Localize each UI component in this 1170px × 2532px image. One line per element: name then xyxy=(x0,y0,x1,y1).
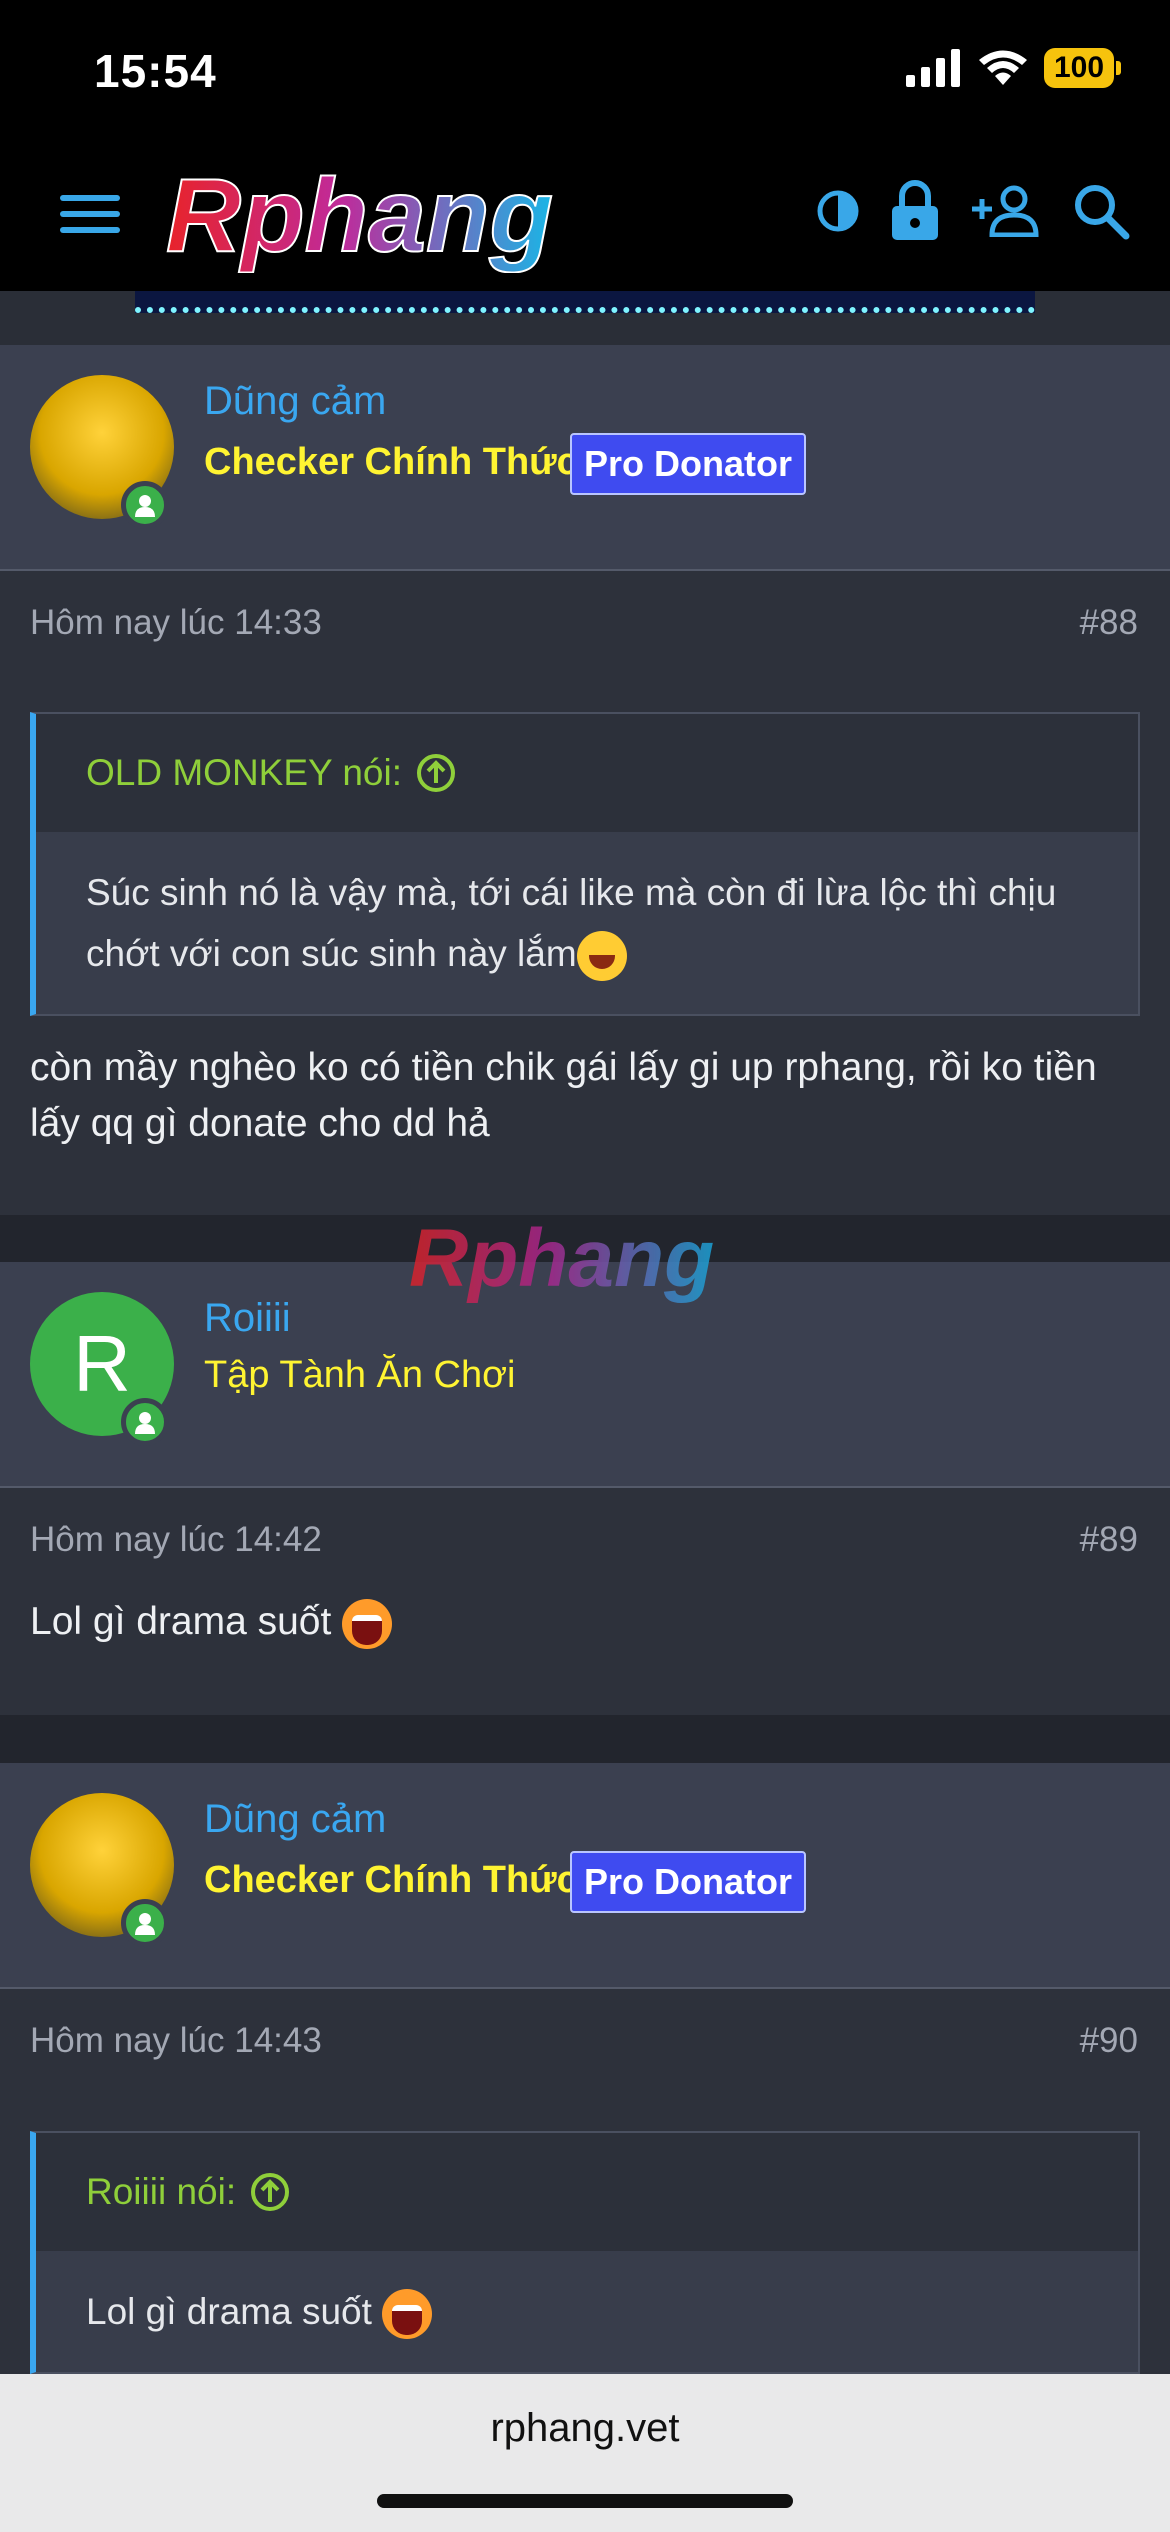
quote-body: Súc sinh nó là vậy mà, tới cái like mà c… xyxy=(36,832,1138,1014)
post-number[interactable]: #89 xyxy=(1080,1520,1138,1560)
post-number[interactable]: #90 xyxy=(1080,2021,1138,2061)
add-user-icon[interactable] xyxy=(970,185,1042,237)
post-timestamp[interactable]: Hôm nay lúc 14:33 xyxy=(30,603,322,643)
banner-strip xyxy=(0,291,1170,345)
site-logo[interactable]: Rphang xyxy=(160,163,730,273)
post: Dũng cảm Checker Chính Thức Pro Donator … xyxy=(0,345,1170,1215)
quote-author: OLD MONKEY nói: xyxy=(86,752,402,793)
username[interactable]: Roiiii xyxy=(204,1296,291,1341)
quote-block: OLD MONKEY nói: Súc sinh nó là vậy mà, t… xyxy=(30,712,1140,1016)
browser-url-bar[interactable]: rphang.vet xyxy=(0,2374,1170,2532)
post: Dũng cảm Checker Chính Thức Pro Donator … xyxy=(0,1763,1170,2383)
online-status-icon xyxy=(121,1398,169,1446)
username[interactable]: Dũng cảm xyxy=(204,1797,386,1842)
header-actions xyxy=(816,180,1130,242)
username[interactable]: Dũng cảm xyxy=(204,379,386,424)
page: 15:54 100 Rphang Dũng cảm Checker Chính … xyxy=(0,0,1170,2532)
pro-donator-badge: Pro Donator xyxy=(570,1851,807,1913)
user-title: Checker Chính Thức xyxy=(204,441,578,483)
post-number[interactable]: #88 xyxy=(1080,603,1138,643)
battery-indicator: 100 xyxy=(1044,48,1121,88)
search-icon[interactable] xyxy=(1072,182,1130,240)
status-icons: 100 xyxy=(906,48,1121,88)
post-content: Lol gì drama suốt xyxy=(30,1594,1140,1650)
quote-header[interactable]: Roiiii nói: xyxy=(36,2133,1138,2251)
watermark-logo: Rphang xyxy=(409,1213,714,1304)
post-content-text: Lol gì drama suốt xyxy=(30,1600,332,1643)
online-status-icon xyxy=(121,481,169,529)
lock-icon[interactable] xyxy=(890,180,940,242)
shouting-emoji-icon xyxy=(382,2289,433,2340)
menu-icon[interactable] xyxy=(60,195,120,239)
logo-text: Rphang xyxy=(166,163,553,273)
post-author-block: Dũng cảm Checker Chính Thức Pro Donator xyxy=(0,1763,1170,1989)
post-content: còn mầy nghèo ko có tiền chik gái lấy gi… xyxy=(30,1046,1097,1145)
user-title: Tập Tành Ăn Chơi xyxy=(204,1354,516,1396)
quote-header[interactable]: OLD MONKEY nói: xyxy=(36,714,1138,832)
pro-donator-badge: Pro Donator xyxy=(570,433,807,495)
post: R Roiiii Tập Tành Ăn Chơi Hôm nay lúc 14… xyxy=(0,1262,1170,1715)
arrow-up-circle-icon[interactable] xyxy=(416,753,456,793)
shouting-emoji-icon xyxy=(342,1598,393,1649)
status-time: 15:54 xyxy=(94,45,217,97)
url-text[interactable]: rphang.vet xyxy=(0,2406,1170,2451)
post-timestamp[interactable]: Hôm nay lúc 14:42 xyxy=(30,1520,322,1560)
home-indicator[interactable] xyxy=(377,2494,793,2508)
quote-text: Súc sinh nó là vậy mà, tới cái like mà c… xyxy=(86,872,1057,974)
online-status-icon xyxy=(121,1899,169,1947)
contrast-icon[interactable] xyxy=(816,189,860,233)
quote-body: Lol gì drama suốt xyxy=(36,2251,1138,2372)
post-timestamp[interactable]: Hôm nay lúc 14:43 xyxy=(30,2021,322,2061)
post-author-block: Dũng cảm Checker Chính Thức Pro Donator xyxy=(0,345,1170,571)
arrow-up-circle-icon[interactable] xyxy=(250,2172,290,2212)
banner-image[interactable] xyxy=(135,291,1035,313)
status-bar: 15:54 100 xyxy=(0,0,1170,145)
watermark-text: Rphang xyxy=(409,1213,714,1304)
quote-author: Roiiii nói: xyxy=(86,2171,237,2212)
wifi-icon xyxy=(979,50,1027,85)
laughing-emoji-icon xyxy=(576,931,627,982)
quote-text: Lol gì drama suốt xyxy=(86,2291,372,2332)
quote-block: Roiiii nói: Lol gì drama suốt xyxy=(30,2131,1140,2374)
cellular-signal-icon xyxy=(906,49,960,87)
user-title: Checker Chính Thức xyxy=(204,1859,578,1901)
app-header: Rphang xyxy=(0,145,1170,291)
